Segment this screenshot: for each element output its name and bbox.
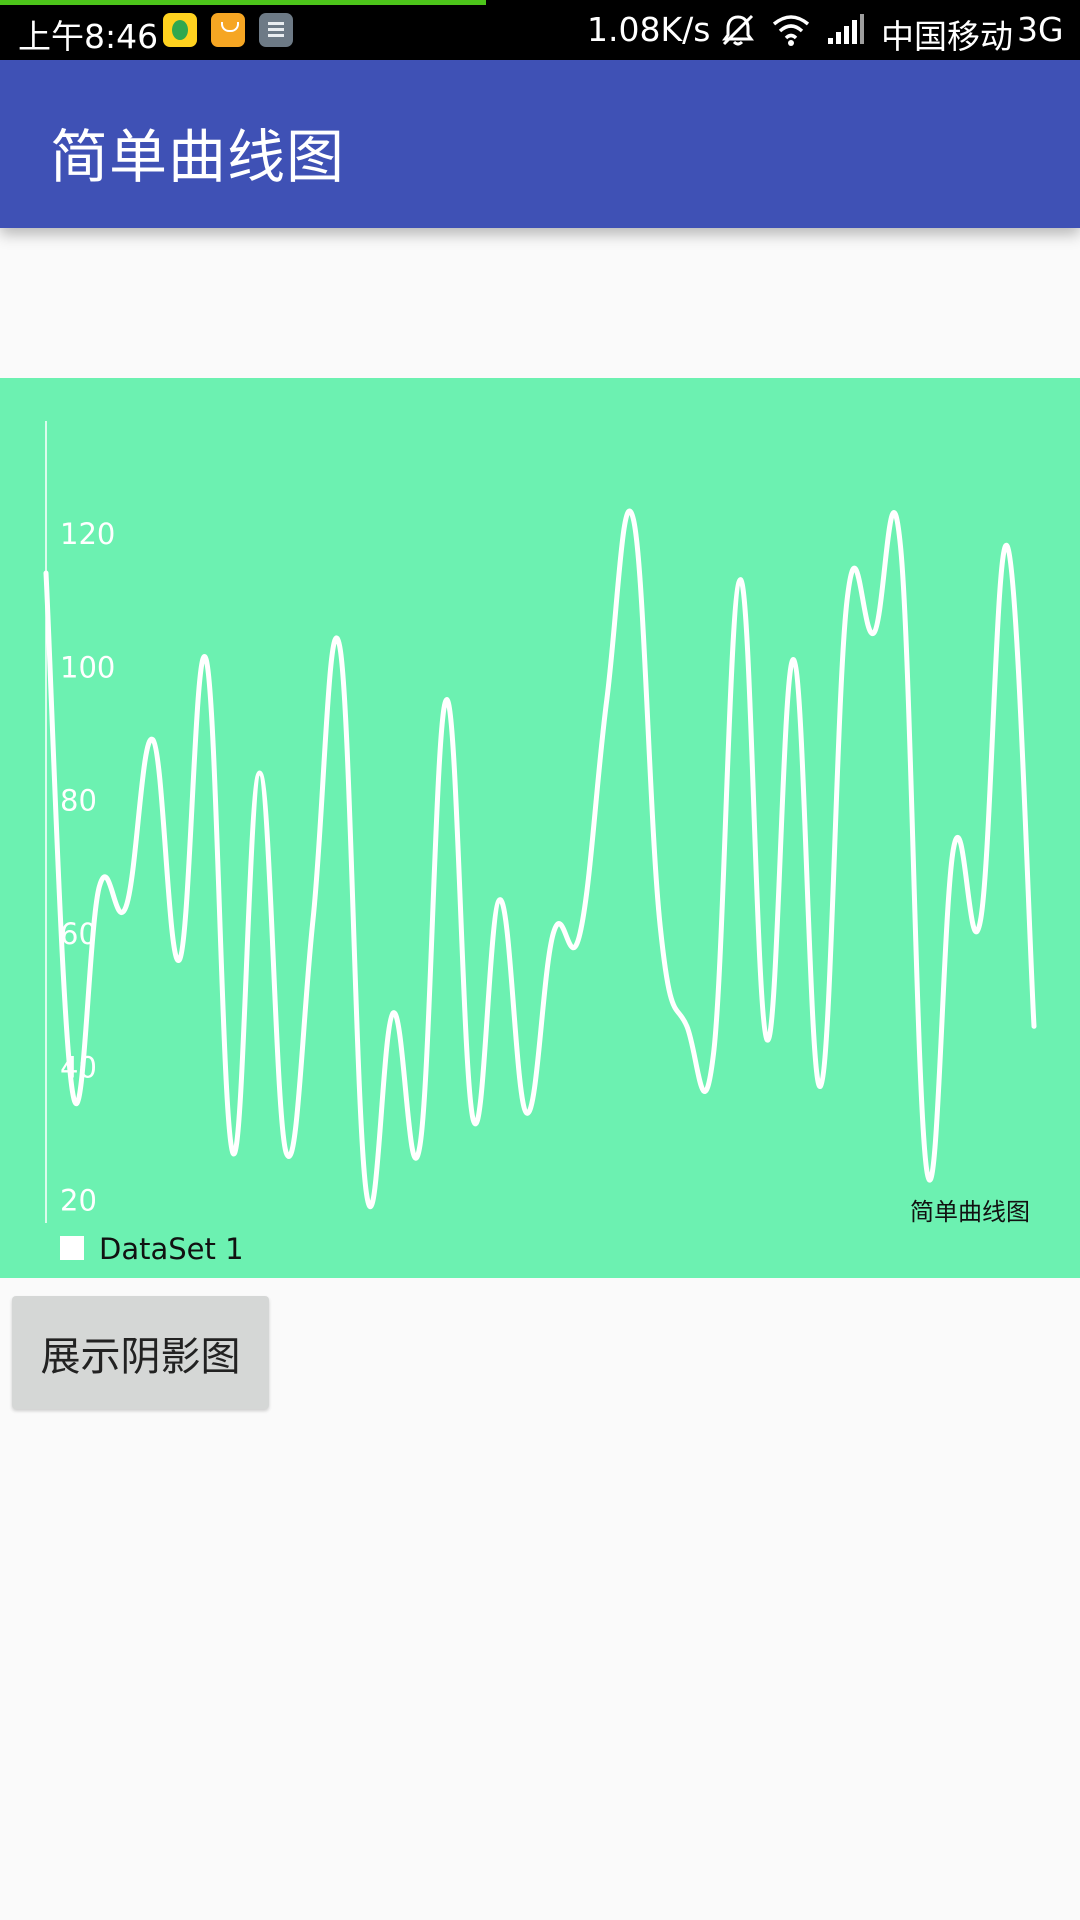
mi-store-icon	[211, 13, 245, 47]
legend-swatch	[60, 1236, 84, 1260]
app-bar: 简单曲线图	[0, 60, 1080, 228]
y-tick-label: 80	[60, 784, 97, 818]
wifi-icon	[772, 15, 810, 46]
page-load-progress	[0, 0, 486, 5]
status-time: 上午8:46	[18, 17, 159, 56]
line-chart[interactable]: 20 40 60 80 100 120 简单曲线图 DataSet 1	[0, 378, 1080, 1278]
y-tick-label: 40	[60, 1050, 97, 1084]
status-bar: 上午8:46 1.08K/s 中国移动 3G	[0, 0, 1080, 60]
page-title: 简单曲线图	[50, 123, 346, 191]
signal-icon	[828, 14, 864, 44]
y-tick-label: 100	[60, 650, 115, 684]
series-line-dataset-1	[43, 508, 1037, 1209]
show-shadow-chart-button[interactable]: 展示阴影图	[12, 1296, 269, 1409]
network-speed: 1.08K/s	[587, 10, 711, 49]
carrier-name: 中国移动	[881, 17, 1013, 56]
qq-music-icon	[163, 13, 197, 47]
y-tick-label: 120	[60, 517, 115, 551]
line-chart-svg: 20406080100120简单曲线图DataSet 1	[43, 421, 1037, 1266]
mute-icon	[722, 14, 754, 46]
chart-description: 简单曲线图	[910, 1198, 1030, 1226]
calculator-icon	[259, 13, 293, 47]
network-type: 3G	[1017, 10, 1064, 49]
legend-label: DataSet 1	[99, 1232, 244, 1266]
y-tick-label: 20	[60, 1184, 97, 1218]
